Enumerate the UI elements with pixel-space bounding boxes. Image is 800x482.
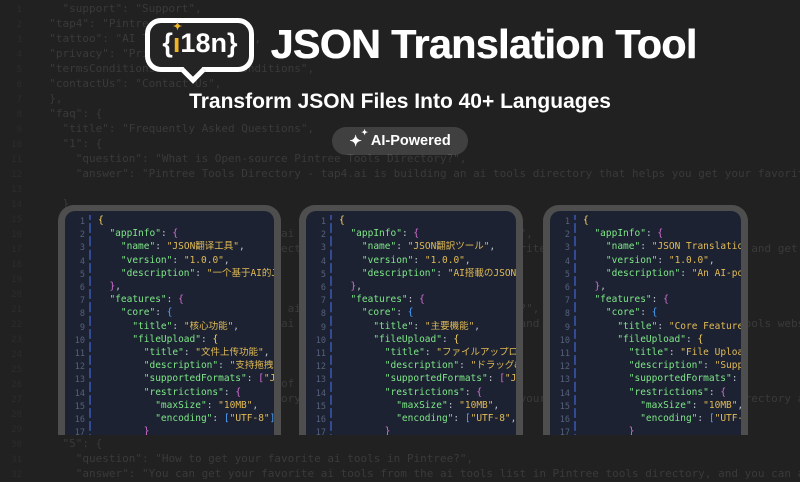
code-line: 14 "restrictions": { — [550, 387, 741, 400]
page-title: JSON Translation Tool — [270, 21, 696, 68]
code-panel-english: 1{2 "appInfo": {3 "name": "JSON Translat… — [543, 205, 748, 435]
code-line: 4 "version": "1.0.0", — [550, 255, 741, 268]
code-line: 12 "description": "支持拖拽上传JSON文件", — [65, 360, 274, 373]
code-line: 12 "description": "ドラッグ&ドロップ対応", — [306, 360, 516, 373]
code-line: 15 "maxSize": "10MB", — [65, 400, 274, 413]
code-line: 17 } — [550, 426, 741, 435]
code-line: 13 "supportedFormats": ["JSON"], — [65, 373, 274, 386]
code-line: 5 "description": "一个基于AI的JSON国际化工具", — [65, 268, 274, 281]
code-line: 11 "title": "ファイルアップロード機能", — [306, 347, 516, 360]
ai-powered-badge: ✦✦ AI-Powered — [332, 127, 467, 155]
code-line: 9 "title": "核心功能", — [65, 321, 274, 334]
code-line: 14 "restrictions": { — [65, 387, 274, 400]
background-code-line: 13 — [0, 182, 800, 197]
code-line: 5 "description": "An AI-powered JSON i18… — [550, 268, 741, 281]
code-panel-japanese: 1{2 "appInfo": {3 "name": "JSON翻訳ツール",4 … — [299, 205, 523, 435]
code-line: 15 "maxSize": "10MB", — [550, 400, 741, 413]
code-line: 12 "description": "Support drag and drop… — [550, 360, 741, 373]
code-line: 15 "maxSize": "10MB", — [306, 400, 516, 413]
i18n-logo-badge: {ı✦18n} — [145, 18, 254, 72]
code-line: 13 "supportedFormats": ["JSON"], — [550, 373, 741, 386]
code-line: 6 }, — [306, 281, 516, 294]
code-line: 10 "fileUpload": { — [65, 334, 274, 347]
code-line: 3 "name": "JSON翻译工具", — [65, 241, 274, 254]
code-line: 5 "description": "AI搭載のJSON国際化ツール", — [306, 268, 516, 281]
code-line: 6 }, — [550, 281, 741, 294]
code-line: 1{ — [65, 215, 274, 228]
code-line: 2 "appInfo": { — [65, 228, 274, 241]
code-line: 7 "features": { — [550, 294, 741, 307]
code-line: 8 "core": { — [306, 307, 516, 320]
code-line: 11 "title": "File Upload", — [550, 347, 741, 360]
code-line: 7 "features": { — [306, 294, 516, 307]
logo-brace-open: { — [162, 28, 173, 58]
page-subtitle: Transform JSON Files Into 40+ Languages — [0, 90, 800, 114]
code-line: 7 "features": { — [65, 294, 274, 307]
sparkle-icon: ✦✦ — [349, 134, 362, 149]
code-line: 8 "core": { — [65, 307, 274, 320]
logo-letter-i: ı✦ — [173, 29, 181, 59]
background-code-line: 1 "support": "Support", — [0, 2, 800, 17]
code-line: 2 "appInfo": { — [550, 228, 741, 241]
code-line: 10 "fileUpload": { — [306, 334, 516, 347]
code-panel-chinese: 1{2 "appInfo": {3 "name": "JSON翻译工具",4 "… — [58, 205, 281, 435]
code-line: 3 "name": "JSON Translation Tool", — [550, 241, 741, 254]
logo-text-18n: 18n — [180, 28, 227, 58]
background-code-line: 30 "5": { — [0, 437, 800, 452]
code-line: 1{ — [550, 215, 741, 228]
code-line: 8 "core": { — [550, 307, 741, 320]
background-code-line: 12 "answer": "Pintree Tools Directory - … — [0, 167, 800, 182]
code-line: 14 "restrictions": { — [306, 387, 516, 400]
code-line: 2 "appInfo": { — [306, 228, 516, 241]
background-code-line: 31 "question": "How to get your favorite… — [0, 452, 800, 467]
code-line: 9 "title": "Core Features", — [550, 321, 741, 334]
code-line: 17 } — [306, 426, 516, 435]
code-line: 9 "title": "主要機能", — [306, 321, 516, 334]
code-panels-row: 1{2 "appInfo": {3 "name": "JSON翻译工具",4 "… — [58, 205, 748, 435]
code-line: 4 "version": "1.0.0", — [306, 255, 516, 268]
code-line: 1{ — [306, 215, 516, 228]
code-line: 6 }, — [65, 281, 274, 294]
sparkle-dot-icon: ✦ — [173, 21, 182, 33]
code-line: 4 "version": "1.0.0", — [65, 255, 274, 268]
code-line: 11 "title": "文件上传功能", — [65, 347, 274, 360]
ai-powered-label: AI-Powered — [371, 133, 451, 149]
background-code-line: 32 "answer": "You can get your favorite … — [0, 467, 800, 482]
code-line: 10 "fileUpload": { — [550, 334, 741, 347]
hero-header: {ı✦18n} JSON Translation Tool — [0, 18, 800, 72]
logo-brace-close: } — [227, 28, 238, 58]
code-line: 17 } — [65, 426, 274, 435]
code-line: 13 "supportedFormats": ["JSON"], — [306, 373, 516, 386]
code-line: 3 "name": "JSON翻訳ツール", — [306, 241, 516, 254]
